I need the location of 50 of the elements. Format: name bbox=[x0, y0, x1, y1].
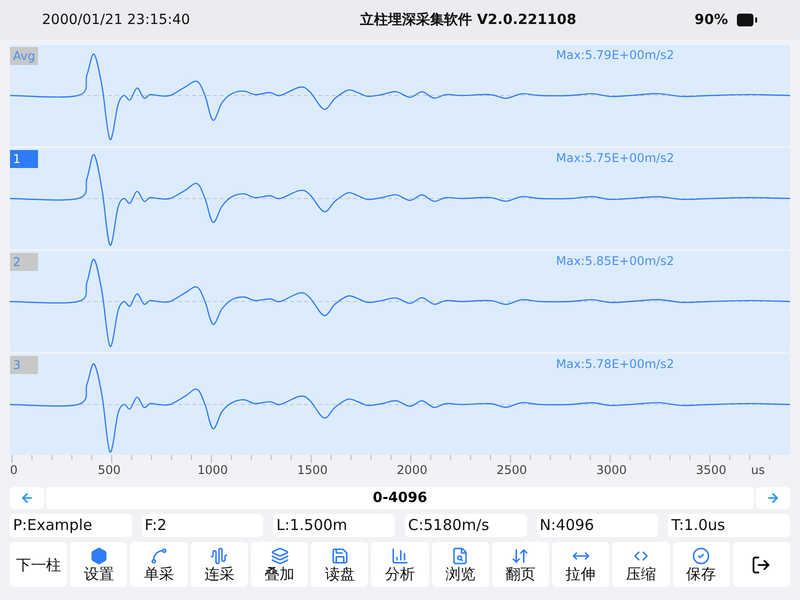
exit-icon bbox=[751, 554, 772, 574]
toolbar-button[interactable]: 下一柱 bbox=[10, 542, 68, 587]
axis-label: 2500 bbox=[496, 462, 528, 479]
app-title: 立柱埋深采集软件 V2.0.221108 bbox=[359, 10, 578, 30]
check-circle-icon bbox=[692, 546, 710, 564]
toolbar-button[interactable]: 压缩 bbox=[612, 542, 670, 587]
toolbar-button[interactable]: 拉伸 bbox=[552, 542, 610, 587]
up-down-arrows-icon bbox=[511, 546, 530, 564]
info-field: T:1.0us bbox=[668, 514, 790, 537]
toolbar-button[interactable]: 叠加 bbox=[250, 542, 308, 587]
axis-label: 2000 bbox=[396, 462, 428, 479]
info-field: C:5180m/s bbox=[404, 514, 527, 537]
toolbar-button[interactable] bbox=[732, 542, 790, 587]
toolbar-button[interactable]: 保存 bbox=[672, 542, 730, 587]
axis-label: 3000 bbox=[596, 462, 627, 479]
right-arrow-icon bbox=[766, 491, 780, 505]
range-label: 0-4096 bbox=[46, 487, 754, 509]
toolbar-button[interactable]: 浏览 bbox=[432, 542, 489, 587]
axis-label: 0 bbox=[10, 462, 18, 479]
toolbar-button[interactable]: 连采 bbox=[190, 542, 248, 587]
waveform-icon bbox=[210, 546, 228, 564]
file-search-icon bbox=[451, 546, 470, 564]
axis-label: 500 bbox=[98, 462, 121, 479]
info-field: N:4096 bbox=[536, 514, 658, 537]
layers-icon bbox=[270, 546, 289, 564]
axis-unit: us bbox=[751, 462, 765, 479]
node-graph-icon bbox=[150, 546, 168, 564]
info-field: P:Example bbox=[10, 514, 132, 537]
toolbar-button[interactable]: 单采 bbox=[130, 542, 188, 587]
toolbar-button[interactable]: 翻页 bbox=[492, 542, 550, 587]
previous-button[interactable] bbox=[10, 487, 44, 509]
toolbar-button[interactable]: 读盘 bbox=[311, 542, 368, 587]
info-field: L:1.500m bbox=[273, 514, 395, 537]
axis-label: 1000 bbox=[197, 462, 228, 479]
bar-chart-icon bbox=[391, 546, 410, 564]
max-reading: Max:5.85E+00m/s2 bbox=[556, 253, 674, 270]
hexagon-icon bbox=[90, 546, 108, 564]
max-reading: Max:5.75E+00m/s2 bbox=[556, 150, 674, 167]
battery-percent: 90% bbox=[694, 10, 728, 30]
channel-tag[interactable]: 1 bbox=[10, 150, 38, 168]
left-arrow-icon bbox=[20, 491, 34, 505]
toolbar-button[interactable]: 分析 bbox=[371, 542, 429, 587]
next-button[interactable] bbox=[756, 487, 790, 509]
max-reading: Max:5.79E+00m/s2 bbox=[556, 47, 674, 64]
max-reading: Max:5.78E+00m/s2 bbox=[556, 356, 674, 373]
info-field: F:2 bbox=[142, 514, 264, 537]
axis-label: 3500 bbox=[696, 462, 726, 479]
toolbar-button[interactable]: 设置 bbox=[70, 542, 128, 587]
axis-label: 1500 bbox=[297, 462, 328, 479]
date-time: 2000/01/21 23:15:40 bbox=[42, 10, 192, 30]
